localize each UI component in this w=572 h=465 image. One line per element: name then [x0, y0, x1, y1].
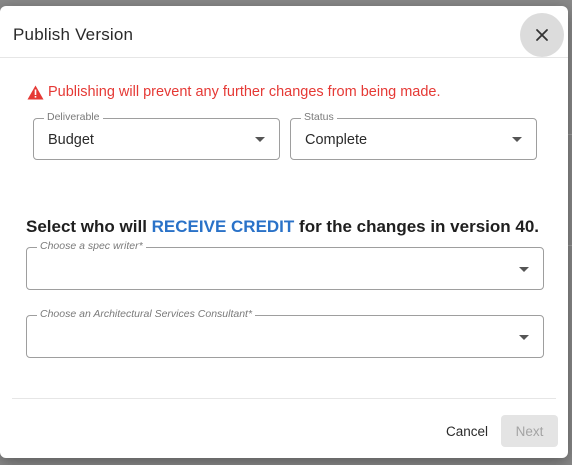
close-button[interactable]	[520, 13, 564, 57]
credit-instruction: Select who will RECEIVE CREDIT for the c…	[26, 217, 539, 237]
warning-message: Publishing will prevent any further chan…	[27, 84, 441, 100]
dialog-header: Publish Version	[0, 6, 568, 58]
credit-highlight: RECEIVE CREDIT	[151, 217, 295, 236]
deliverable-label: Deliverable	[44, 111, 103, 123]
status-select[interactable]: Status Complete	[290, 111, 537, 160]
spec-writer-select[interactable]: Choose a spec writer*	[26, 240, 544, 290]
chevron-down-icon	[519, 266, 529, 272]
credit-prefix: Select who will	[26, 217, 147, 236]
warning-icon	[27, 85, 44, 99]
deliverable-select[interactable]: Deliverable Budget	[33, 111, 280, 160]
dialog-title: Publish Version	[13, 25, 134, 44]
footer-divider	[12, 398, 556, 399]
close-icon	[536, 29, 548, 41]
chevron-down-icon	[512, 137, 522, 142]
backdrop-line	[568, 134, 572, 135]
spec-writer-label: Choose a spec writer*	[37, 240, 146, 252]
next-button[interactable]: Next	[501, 415, 558, 447]
warning-text: Publishing will prevent any further chan…	[48, 84, 441, 100]
deliverable-value: Budget	[48, 132, 94, 148]
consultant-label: Choose an Architectural Services Consult…	[37, 308, 256, 320]
backdrop-line	[568, 245, 572, 246]
chevron-down-icon	[519, 334, 529, 340]
status-label: Status	[301, 111, 337, 123]
credit-suffix: for the changes in version 40.	[299, 217, 539, 236]
publish-version-dialog: Publish Version Publishing will prevent …	[0, 6, 568, 458]
consultant-select[interactable]: Choose an Architectural Services Consult…	[26, 308, 544, 358]
status-value: Complete	[305, 132, 368, 148]
chevron-down-icon	[255, 137, 265, 142]
cancel-button[interactable]: Cancel	[438, 415, 496, 447]
